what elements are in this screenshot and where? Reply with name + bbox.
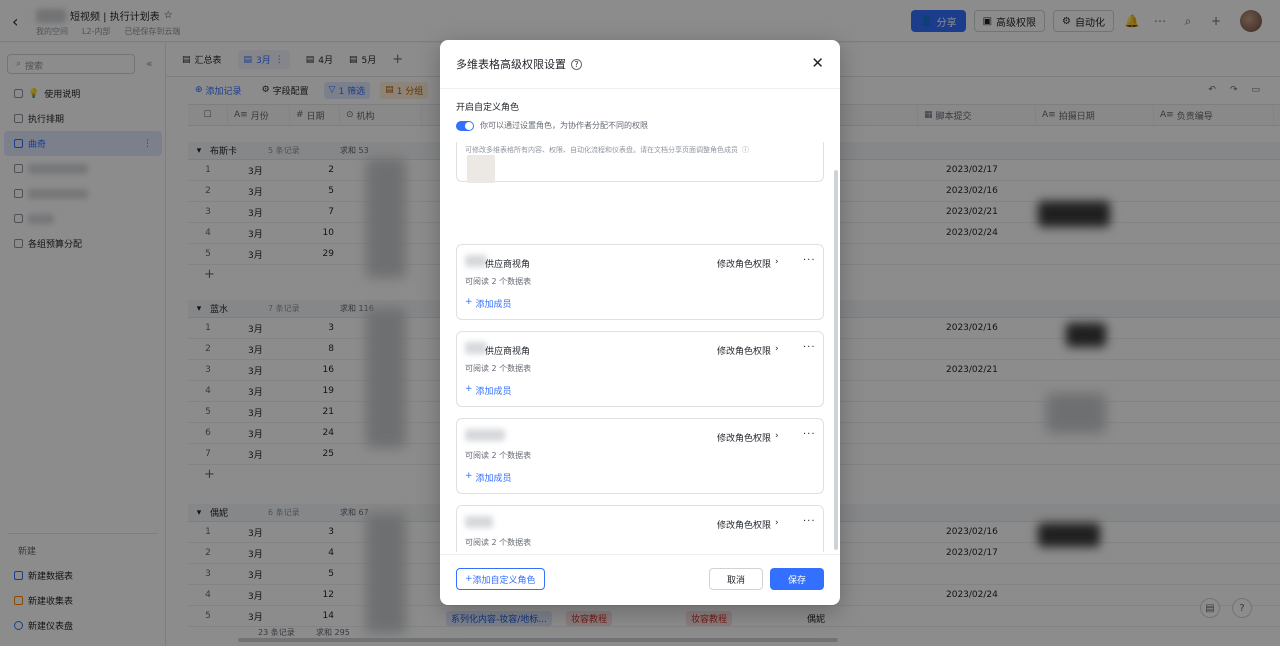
more-icon[interactable]: ···	[803, 516, 816, 527]
plus-icon: +	[465, 384, 473, 394]
role-card-1: 供应商视角 修改角色权限 › ··· 可阅读 2 个数据表 + 添加成员	[456, 244, 824, 320]
chevron-right-icon: ›	[775, 518, 779, 528]
add-member-label: 添加成员	[475, 387, 512, 397]
role-readable-desc: 可阅读 2 个数据表	[465, 538, 532, 547]
chevron-right-icon: ›	[775, 344, 779, 354]
edit-role-label: 修改角色权限	[717, 434, 772, 444]
role-card-3: 修改角色权限 › ··· 可阅读 2 个数据表 + 添加成员	[456, 418, 824, 494]
add-custom-role-button[interactable]: + 添加自定义角色	[456, 568, 545, 590]
edit-role-label: 修改角色权限	[717, 260, 772, 270]
role-readable-desc: 可阅读 2 个数据表	[465, 364, 532, 373]
edit-role-label: 修改角色权限	[717, 347, 772, 357]
more-icon[interactable]: ···	[803, 429, 816, 440]
role-readable-desc: 可阅读 2 个数据表	[465, 451, 532, 460]
role-list[interactable]: 可修改多维表格所有内容、权限、自动化流程和仪表盘。请在文档分享页面调整角色成员 ⓘ…	[456, 142, 824, 552]
save-button[interactable]: 保存	[770, 568, 824, 590]
role-readable-desc: 可阅读 2 个数据表	[465, 277, 532, 286]
dialog-title-text: 多维表格高级权限设置	[456, 58, 566, 71]
edit-role-label: 修改角色权限	[717, 521, 772, 531]
plus-icon: +	[465, 471, 473, 481]
edit-role-permission-button[interactable]: 修改角色权限 ›	[717, 257, 779, 270]
chevron-right-icon: ›	[775, 257, 779, 267]
role-name: 供应商视角	[485, 347, 531, 357]
add-member-button[interactable]: + 添加成员	[465, 384, 512, 397]
edit-role-permission-button[interactable]: 修改角色权限 ›	[717, 431, 779, 444]
more-icon[interactable]: ···	[803, 342, 816, 353]
blurred-role-name	[465, 516, 493, 528]
admin-note: 可修改多维表格所有内容、权限、自动化流程和仪表盘。请在文档分享页面调整角色成员 ⓘ	[465, 145, 749, 155]
dialog-scrollbar[interactable]	[834, 170, 838, 550]
more-icon[interactable]: ···	[803, 255, 816, 266]
chevron-right-icon: ›	[775, 431, 779, 441]
help-circle-icon[interactable]: ⓘ	[742, 145, 749, 155]
blurred-role-name	[465, 429, 505, 441]
role-card-4: 修改角色权限› ··· 可阅读 2 个数据表 +添加成员	[456, 505, 824, 552]
role-card-2: 供应商视角 修改角色权限 › ··· 可阅读 2 个数据表 + 添加成员	[456, 331, 824, 407]
close-icon[interactable]: ✕	[811, 54, 824, 72]
blurred-role-prefix	[465, 342, 487, 354]
custom-role-description: 你可以通过设置角色，为协作者分配不同的权限	[480, 121, 648, 130]
edit-role-permission-button[interactable]: 修改角色权限 ›	[717, 344, 779, 357]
add-member-button[interactable]: + 添加成员	[465, 297, 512, 310]
member-avatar	[467, 155, 495, 183]
add-member-label: 添加成员	[475, 300, 512, 310]
add-custom-role-label: 添加自定义角色	[472, 575, 536, 586]
help-circle-icon[interactable]: ?	[571, 58, 582, 70]
plus-icon: +	[465, 297, 473, 307]
dialog-title: 多维表格高级权限设置?	[456, 56, 582, 72]
add-member-button[interactable]: + 添加成员	[465, 471, 512, 484]
blurred-role-prefix	[465, 255, 487, 267]
divider	[440, 88, 840, 89]
cancel-button[interactable]: 取消	[709, 568, 763, 590]
divider	[440, 554, 840, 555]
role-name: 供应商视角	[485, 260, 531, 270]
custom-role-label: 开启自定义角色	[456, 103, 520, 113]
admin-note-text: 可修改多维表格所有内容、权限、自动化流程和仪表盘。请在文档分享页面调整角色成员	[465, 146, 738, 154]
advanced-permission-dialog: 多维表格高级权限设置? ✕ 开启自定义角色 你可以通过设置角色，为协作者分配不同…	[440, 40, 840, 605]
edit-role-permission-button[interactable]: 修改角色权限 ›	[717, 518, 779, 531]
custom-role-toggle[interactable]	[456, 121, 474, 131]
add-member-label: 添加成员	[475, 474, 512, 484]
role-card-admin: 可修改多维表格所有内容、权限、自动化流程和仪表盘。请在文档分享页面调整角色成员 ⓘ	[456, 142, 824, 183]
plus-icon: +	[465, 574, 473, 584]
